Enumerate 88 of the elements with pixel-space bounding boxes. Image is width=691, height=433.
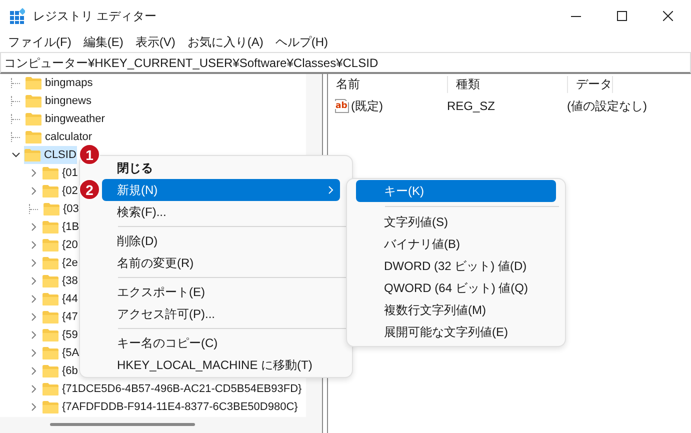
menu-item[interactable]: 削除(D) [102, 230, 340, 252]
menu-item[interactable]: 文字列値(S) [356, 211, 556, 233]
folder-icon [42, 238, 59, 252]
folder-icon [43, 202, 60, 216]
folder-icon [42, 166, 59, 180]
menu-item[interactable]: 新規(N) [102, 179, 340, 201]
folder-icon [25, 94, 42, 108]
menu-item[interactable]: アクセス許可(P)... [102, 303, 340, 325]
collapse-icon[interactable] [12, 151, 20, 159]
app-icon [9, 8, 25, 24]
tree-item[interactable]: bingmaps [25, 74, 94, 92]
tree-item[interactable]: {6b [42, 362, 79, 380]
tree-item[interactable]: bingnews [25, 92, 92, 110]
tree-item[interactable]: {03 [43, 200, 80, 218]
folder-icon [42, 346, 59, 360]
table-cell-text: REG_SZ [447, 99, 496, 113]
expand-icon[interactable] [30, 331, 38, 339]
scrollbar-thumb[interactable] [50, 423, 195, 426]
folder-icon [25, 76, 42, 90]
menu-item[interactable]: ヘルプ(H) [269, 34, 334, 50]
folder-icon [25, 130, 42, 144]
address-field[interactable]: コンピューター¥HKEY_CURRENT_USER¥Software¥Classes¥CLSID [1, 53, 690, 74]
tree-item[interactable]: CLSID [24, 146, 78, 164]
tree-item[interactable]: {02 [42, 182, 79, 200]
folder-icon [42, 328, 59, 342]
folder-icon [42, 382, 59, 396]
tree-item[interactable]: {38 [42, 272, 79, 290]
tree-item[interactable]: {2e [42, 254, 79, 272]
menu-item[interactable]: QWORD (64 ビット) 値(Q) [356, 277, 556, 299]
menu-item[interactable]: DWORD (32 ビット) 値(D) [356, 255, 556, 277]
folder-icon [42, 184, 59, 198]
folder-icon [42, 364, 59, 378]
expand-icon[interactable] [30, 349, 38, 357]
folder-icon [42, 400, 59, 414]
tree-item[interactable]: {44 [42, 290, 79, 308]
tree-item[interactable]: {20 [42, 236, 79, 254]
expand-icon[interactable] [30, 385, 38, 393]
column-header[interactable]: データ [568, 76, 613, 92]
string-value-icon: ab [334, 98, 350, 114]
expand-icon[interactable] [30, 367, 38, 375]
expand-icon[interactable] [30, 241, 38, 249]
expand-icon[interactable] [30, 259, 38, 267]
folder-icon [42, 274, 59, 288]
menu-item[interactable]: 閉じる [102, 157, 340, 179]
folder-icon [42, 220, 59, 234]
menu-item[interactable]: HKEY_LOCAL_MACHINE に移動(T) [102, 354, 340, 376]
tree-item[interactable]: bingweather [25, 110, 106, 128]
menu-item[interactable]: エクスポート(E) [102, 281, 340, 303]
maximize-icon[interactable] [617, 11, 627, 21]
column-header[interactable]: 名前 [328, 76, 448, 92]
menu-item[interactable]: キー名のコピー(C) [102, 332, 340, 354]
menu-item[interactable]: 検索(F)... [102, 201, 340, 223]
menu-item[interactable]: お気に入り(A) [181, 34, 270, 50]
expand-icon[interactable] [30, 313, 38, 321]
column-header[interactable]: 種類 [448, 76, 568, 92]
tree-item[interactable]: {71DCE5D6-4B57-496B-AC21-CD5B54EB93FD} [42, 380, 303, 398]
table-cell: (値の設定なし) [567, 98, 647, 114]
menu-item[interactable]: 名前の変更(R) [102, 252, 340, 274]
expand-icon[interactable] [30, 187, 38, 195]
tree-item[interactable]: {7AFDFDDB-F914-11E4-8377-6C3BE50D980C} [42, 398, 299, 416]
window-title: レジストリ エディター [33, 8, 156, 24]
menu-item[interactable]: 展開可能な文字列値(E) [356, 321, 556, 343]
menu-item[interactable]: ファイル(F) [2, 34, 78, 50]
expand-icon[interactable] [30, 295, 38, 303]
scrollbar[interactable] [0, 417, 322, 433]
step-badge: 1 [79, 144, 100, 165]
tree-item[interactable]: calculator [25, 128, 94, 146]
tree-item[interactable]: {1B [42, 218, 80, 236]
tree-item[interactable]: {59 [42, 326, 79, 344]
folder-icon [42, 256, 59, 270]
menu-item[interactable]: キー(K) [356, 180, 556, 202]
menu-item[interactable]: 複数行文字列値(M) [356, 299, 556, 321]
folder-icon [25, 112, 42, 126]
menu-item[interactable]: 編集(E) [77, 34, 130, 50]
tree-item[interactable]: {47 [42, 308, 79, 326]
tree-item[interactable]: {5A [42, 344, 80, 362]
folder-icon [42, 292, 59, 306]
expand-icon[interactable] [30, 403, 38, 411]
menu-item[interactable]: 表示(V) [129, 34, 182, 50]
expand-icon[interactable] [30, 277, 38, 285]
expand-icon[interactable] [30, 169, 38, 177]
folder-icon [24, 148, 41, 162]
close-icon[interactable] [663, 11, 673, 21]
table-cell: (既定) [351, 98, 383, 114]
menu-item[interactable]: バイナリ値(B) [356, 233, 556, 255]
expand-icon[interactable] [30, 223, 38, 231]
folder-icon [42, 310, 59, 324]
tree-item[interactable]: {01 [42, 164, 79, 182]
